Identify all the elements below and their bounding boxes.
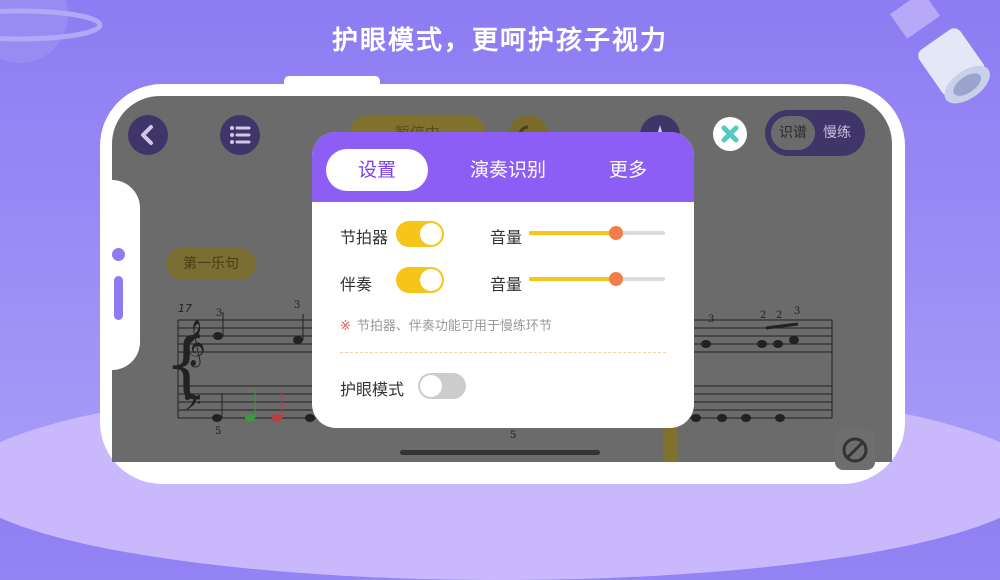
- close-icon: [721, 125, 739, 143]
- note-mark: ※: [340, 319, 351, 334]
- feature-note: ※ 节拍器、伴奏功能可用于慢练环节: [340, 315, 552, 334]
- svg-text:𝄞: 𝄞: [182, 320, 206, 368]
- svg-text:5: 5: [510, 430, 516, 438]
- accompaniment-volume-slider[interactable]: [529, 272, 665, 286]
- svg-text:3: 3: [294, 300, 300, 311]
- svg-text:2: 2: [760, 310, 766, 321]
- phone-side-notch: [100, 180, 140, 370]
- close-button[interactable]: [713, 117, 747, 151]
- mode-option-slow-practice[interactable]: 慢练: [815, 116, 859, 150]
- tab-performance-recognition[interactable]: 演奏识别: [448, 149, 568, 191]
- back-button[interactable]: [128, 115, 168, 155]
- menu-button[interactable]: [220, 115, 260, 155]
- accompaniment-label: 伴奏: [340, 275, 373, 294]
- back-arrow-icon: [141, 125, 153, 145]
- metronome-volume-slider[interactable]: [529, 226, 665, 240]
- svg-text:3: 3: [708, 314, 714, 325]
- svg-text:5: 5: [215, 426, 221, 437]
- note-text: 节拍器、伴奏功能可用于慢练环节: [356, 319, 552, 334]
- headline: 护眼模式，更呵护孩子视力: [331, 26, 668, 56]
- mode-toggle[interactable]: 识谱 慢练: [765, 110, 865, 156]
- metronome-toggle[interactable]: [396, 221, 444, 247]
- accompaniment-volume-label: 音量: [490, 275, 523, 294]
- slider-fill: [529, 277, 617, 281]
- eye-protection-label: 护眼模式: [340, 380, 405, 399]
- slider-thumb[interactable]: [609, 272, 623, 286]
- tab-more[interactable]: 更多: [588, 149, 668, 191]
- metronome-volume-label: 音量: [490, 228, 523, 247]
- accompaniment-toggle[interactable]: [396, 267, 444, 293]
- home-indicator: [400, 450, 600, 455]
- svg-text:𝄢: 𝄢: [182, 389, 201, 424]
- settings-dialog: 设置 演奏识别 更多 节拍器 音量 伴奏 音量 ※ 节拍器、伴奏功能可用于慢练环节…: [312, 132, 694, 428]
- svg-text:3: 3: [794, 306, 800, 317]
- eye-protection-toggle[interactable]: [418, 373, 466, 399]
- tab-settings[interactable]: 设置: [326, 149, 428, 191]
- toggle-knob: [420, 269, 442, 291]
- toggle-knob: [420, 375, 442, 397]
- dialog-tab-bar: 设置 演奏识别 更多: [312, 132, 694, 202]
- menu-list-icon: [230, 126, 251, 144]
- mute-button[interactable]: [835, 430, 875, 470]
- toggle-knob: [420, 223, 442, 245]
- svg-text:3: 3: [216, 308, 222, 319]
- mode-option-sight-reading[interactable]: 识谱: [771, 116, 815, 150]
- svg-text:2: 2: [776, 310, 782, 321]
- phrase-label[interactable]: 第一乐句: [166, 248, 256, 280]
- slider-thumb[interactable]: [609, 226, 623, 240]
- divider: [340, 352, 666, 353]
- slider-fill: [529, 231, 617, 235]
- notch-camera-dot: [112, 248, 125, 261]
- metronome-label: 节拍器: [340, 228, 389, 247]
- no-sound-icon: [842, 437, 868, 463]
- notch-speaker-bar: [114, 276, 123, 320]
